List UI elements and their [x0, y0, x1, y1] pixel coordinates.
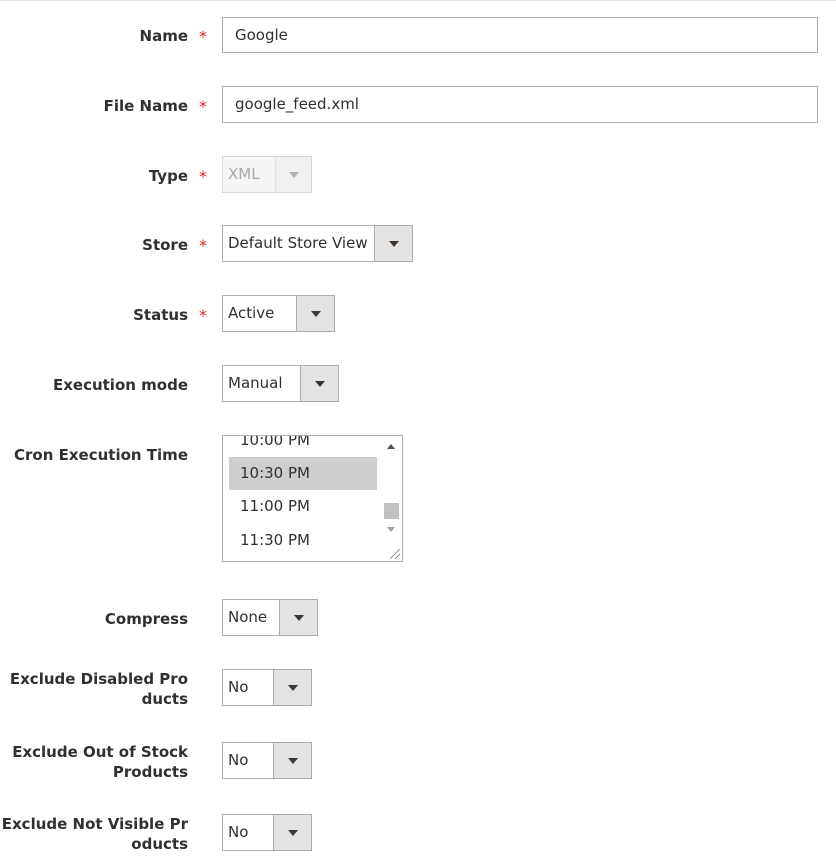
- name-required-marker: *: [199, 27, 207, 46]
- compress-select-value: None: [228, 608, 268, 626]
- listbox-scrollbar[interactable]: [381, 436, 402, 561]
- listbox-option[interactable]: 11:30 PM: [229, 524, 377, 557]
- scrollbar-thumb[interactable]: [384, 503, 399, 519]
- listbox-option[interactable]: 10:00 PM: [229, 436, 377, 457]
- status-select-value: Active: [228, 304, 275, 322]
- cron-execution-time-listbox[interactable]: 10:00 PM 10:30 PM 11:00 PM 11:30 PM: [222, 435, 403, 562]
- store-dropdown-arrow[interactable]: [374, 226, 412, 261]
- type-required-marker: *: [199, 167, 207, 186]
- chevron-down-icon: [314, 380, 325, 387]
- store-label: Store: [142, 236, 188, 254]
- scroll-down-arrow-icon[interactable]: [387, 527, 395, 532]
- exclude-not-visible-label-line1: Exclude Not Visible Pr: [1, 815, 188, 833]
- top-divider: [0, 0, 836, 1]
- store-select-value: Default Store View: [228, 234, 368, 252]
- type-select[interactable]: XML: [222, 156, 312, 193]
- status-dropdown-arrow[interactable]: [296, 296, 334, 331]
- compress-label: Compress: [104, 610, 188, 628]
- execution-mode-select[interactable]: Manual: [222, 365, 339, 402]
- compress-dropdown-arrow[interactable]: [279, 600, 317, 635]
- store-select[interactable]: Default Store View: [222, 225, 413, 262]
- file-name-label: File Name: [103, 97, 188, 115]
- scroll-up-arrow-icon[interactable]: [387, 444, 395, 449]
- cron-execution-time-label: Cron Execution Time: [14, 446, 188, 464]
- chevron-down-icon: [293, 614, 304, 621]
- execution-mode-dropdown-arrow[interactable]: [300, 366, 338, 401]
- status-label: Status: [133, 306, 188, 324]
- chevron-down-icon: [287, 757, 298, 764]
- execution-mode-label: Execution mode: [52, 376, 188, 394]
- exclude-disabled-select-value: No: [228, 678, 249, 696]
- chevron-down-icon: [287, 684, 298, 691]
- type-select-value: XML: [228, 165, 260, 183]
- exclude-out-of-stock-dropdown-arrow[interactable]: [273, 743, 311, 778]
- exclude-disabled-dropdown-arrow[interactable]: [273, 670, 311, 705]
- chevron-down-icon: [310, 310, 321, 317]
- type-label: Type: [148, 167, 188, 185]
- exclude-not-visible-dropdown-arrow[interactable]: [273, 815, 311, 850]
- exclude-out-of-stock-label-line1: Exclude Out of Stock: [12, 743, 188, 761]
- resize-grip-icon[interactable]: [390, 549, 400, 559]
- exclude-out-of-stock-label-line2: Products: [112, 763, 188, 781]
- exclude-out-of-stock-select[interactable]: No: [222, 742, 312, 779]
- chevron-down-icon: [388, 240, 399, 247]
- exclude-out-of-stock-select-value: No: [228, 751, 249, 769]
- name-input[interactable]: Google: [222, 17, 818, 53]
- exclude-disabled-label-line2: ducts: [141, 690, 188, 708]
- status-required-marker: *: [199, 306, 207, 325]
- listbox-option[interactable]: 11:00 PM: [229, 490, 377, 523]
- listbox-option-selected[interactable]: 10:30 PM: [229, 457, 377, 490]
- exclude-disabled-select[interactable]: No: [222, 669, 312, 706]
- name-label: Name: [139, 27, 188, 45]
- compress-select[interactable]: None: [222, 599, 318, 636]
- file-name-required-marker: *: [199, 97, 207, 116]
- exclude-disabled-label-line1: Exclude Disabled Pro: [9, 670, 188, 688]
- exclude-not-visible-select-value: No: [228, 823, 249, 841]
- execution-mode-select-value: Manual: [228, 374, 283, 392]
- store-required-marker: *: [199, 236, 207, 255]
- status-select[interactable]: Active: [222, 295, 335, 332]
- exclude-not-visible-label-line2: oducts: [131, 835, 188, 853]
- chevron-down-icon: [287, 829, 298, 836]
- file-name-input[interactable]: google_feed.xml: [222, 86, 818, 123]
- exclude-not-visible-select[interactable]: No: [222, 814, 312, 851]
- type-dropdown-arrow[interactable]: [275, 157, 311, 192]
- chevron-down-icon: [288, 171, 299, 178]
